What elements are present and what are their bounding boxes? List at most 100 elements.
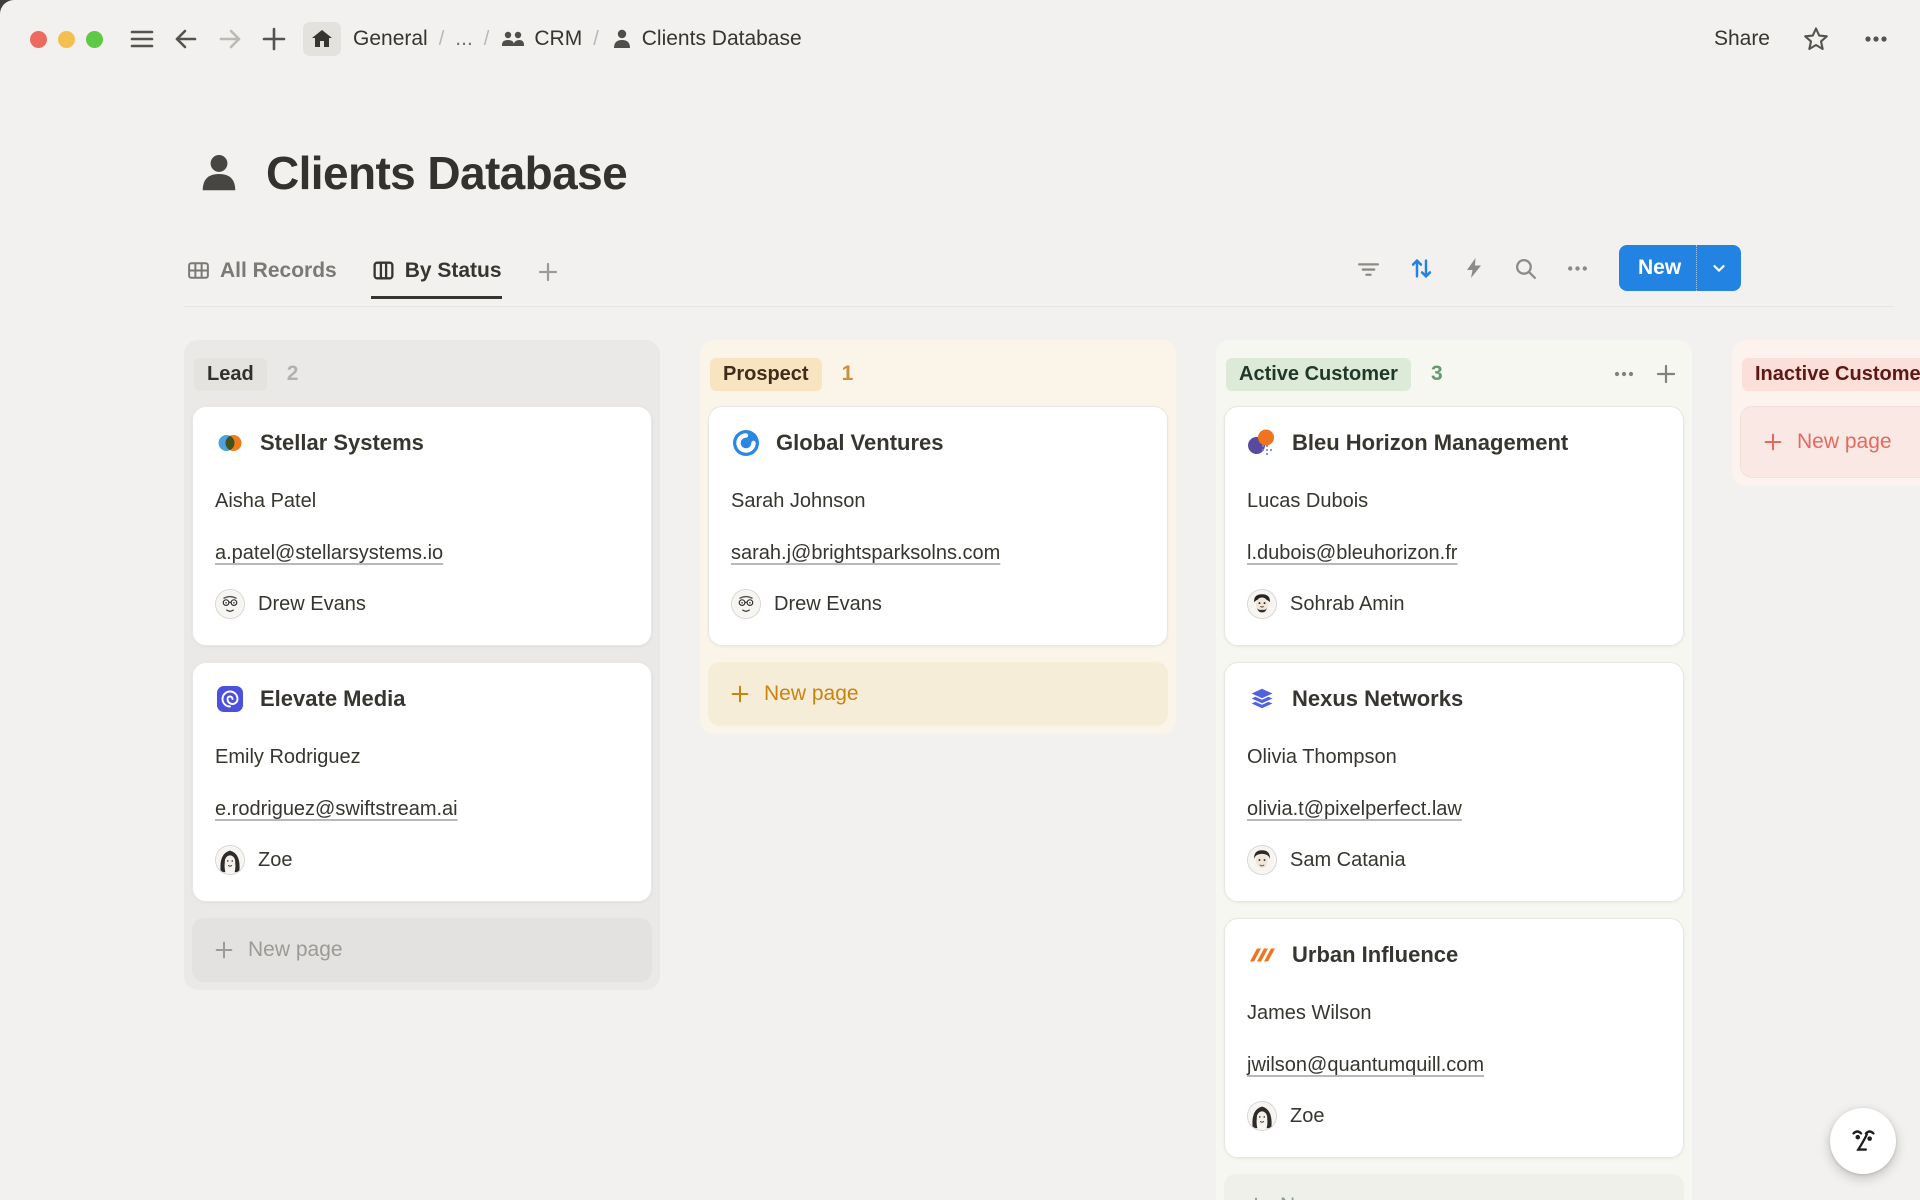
card-title-row: Urban Influence — [1247, 939, 1661, 971]
contact-email-link[interactable]: olivia.t@pixelperfect.law — [1247, 797, 1462, 821]
automation-lightning-icon[interactable] — [1462, 256, 1486, 280]
view-tabs: All Records By Status — [186, 258, 560, 299]
column-prospect-header: Prospect 1 — [710, 352, 1162, 396]
column-more-icon[interactable] — [1612, 362, 1636, 386]
column-prospect: Prospect 1 Global Ventures Sarah Johnson… — [700, 340, 1176, 734]
contact-email-link[interactable]: a.patel@stellarsystems.io — [215, 541, 443, 565]
contact-name: Olivia Thompson — [1247, 745, 1661, 769]
card-title-row: Bleu Horizon Management — [1247, 427, 1661, 459]
avatar-drew-evans — [215, 589, 245, 619]
breadcrumb-crm[interactable]: CRM — [500, 26, 582, 52]
contact-email-link[interactable]: l.dubois@bleuhorizon.fr — [1247, 541, 1457, 565]
traffic-lights — [30, 31, 103, 48]
new-page-button[interactable]: New page — [708, 662, 1168, 726]
card-bleu-horizon[interactable]: Bleu Horizon Management Lucas Dubois l.d… — [1224, 406, 1684, 646]
plus-icon — [213, 939, 235, 961]
card-global-ventures[interactable]: Global Ventures Sarah Johnson sarah.j@br… — [708, 406, 1168, 646]
venn-circles-icon — [215, 428, 245, 458]
page-title[interactable]: Clients Database — [266, 146, 627, 200]
plus-icon — [1762, 431, 1784, 453]
close-window-button[interactable] — [30, 31, 47, 48]
ai-assistant-button[interactable] — [1830, 1108, 1896, 1174]
person-icon — [196, 150, 242, 196]
status-badge[interactable]: Active Customer — [1226, 358, 1411, 391]
sort-icon[interactable] — [1408, 255, 1435, 282]
view-controls: New — [1356, 244, 1741, 292]
back-icon[interactable] — [171, 24, 201, 54]
column-active-customer: Active Customer 3 Bleu Horizon Mana — [1216, 340, 1692, 1200]
breadcrumb-collapsed[interactable]: ... — [455, 27, 473, 51]
table-view-icon — [186, 258, 211, 283]
contact-name: Lucas Dubois — [1247, 489, 1661, 513]
new-button-label: New — [1619, 256, 1696, 280]
contact-name: James Wilson — [1247, 1001, 1661, 1025]
owner-name: Drew Evans — [774, 593, 882, 616]
owner-row: Zoe — [215, 845, 629, 875]
company-name: Global Ventures — [776, 430, 944, 456]
ai-face-icon — [1844, 1122, 1882, 1160]
favorite-star-icon[interactable] — [1802, 25, 1830, 53]
card-elevate-media[interactable]: Elevate Media Emily Rodriguez e.rodrigue… — [192, 662, 652, 902]
new-record-button[interactable]: New — [1619, 245, 1741, 291]
column-add-card-icon[interactable] — [1654, 362, 1678, 386]
owner-name: Sam Catania — [1290, 849, 1406, 872]
home-icon[interactable] — [303, 22, 341, 56]
company-name: Bleu Horizon Management — [1292, 430, 1568, 456]
card-title-row: Nexus Networks — [1247, 683, 1661, 715]
plus-icon — [1245, 1195, 1267, 1200]
column-inactive-header: Inactive Customer — [1742, 352, 1920, 396]
breadcrumb-general[interactable]: General — [353, 27, 428, 51]
contact-name: Sarah Johnson — [731, 489, 1145, 513]
share-button[interactable]: Share — [1714, 27, 1770, 51]
card-title-row: Stellar Systems — [215, 427, 629, 459]
status-badge[interactable]: Prospect — [710, 358, 822, 391]
contact-email-link[interactable]: e.rodriguez@swiftstream.ai — [215, 797, 458, 821]
new-tab-icon[interactable] — [259, 24, 289, 54]
column-lead-header: Lead 2 — [194, 352, 646, 396]
minimize-window-button[interactable] — [58, 31, 75, 48]
company-name: Urban Influence — [1292, 942, 1458, 968]
avatar-sohrab-amin — [1247, 589, 1277, 619]
contact-email-link[interactable]: jwilson@quantumquill.com — [1247, 1053, 1484, 1077]
card-urban-influence[interactable]: Urban Influence James Wilson jwilson@qua… — [1224, 918, 1684, 1158]
column-actions — [1612, 362, 1678, 386]
forward-icon[interactable] — [215, 24, 245, 54]
new-page-button[interactable]: New page — [1740, 406, 1920, 478]
breadcrumb-clients-database[interactable]: Clients Database — [610, 27, 802, 51]
status-badge[interactable]: Lead — [194, 358, 267, 391]
column-lead: Lead 2 Stellar Systems Aisha Patel a.pat… — [184, 340, 660, 990]
tab-all-records[interactable]: All Records — [186, 258, 337, 296]
new-page-button[interactable]: New page — [1224, 1174, 1684, 1200]
more-options-icon[interactable] — [1862, 25, 1890, 53]
contact-email-link[interactable]: sarah.j@brightsparksolns.com — [731, 541, 1000, 565]
card-title-row: Global Ventures — [731, 427, 1145, 459]
new-page-button[interactable]: New page — [192, 918, 652, 982]
column-inactive-customer: Inactive Customer New page — [1732, 340, 1920, 486]
tab-by-status[interactable]: By Status — [371, 258, 502, 299]
owner-row: Drew Evans — [731, 589, 1145, 619]
chevron-down-icon[interactable] — [1697, 259, 1741, 277]
owner-row: Sohrab Amin — [1247, 589, 1661, 619]
view-more-icon[interactable] — [1565, 256, 1590, 281]
owner-name: Sohrab Amin — [1290, 593, 1405, 616]
breadcrumb-separator: / — [439, 28, 445, 51]
search-icon[interactable] — [1513, 256, 1538, 281]
breadcrumb-separator: / — [593, 28, 599, 51]
owner-row: Sam Catania — [1247, 845, 1661, 875]
plus-icon — [729, 683, 751, 705]
card-nexus-networks[interactable]: Nexus Networks Olivia Thompson olivia.t@… — [1224, 662, 1684, 902]
add-view-icon[interactable] — [536, 258, 560, 297]
status-badge[interactable]: Inactive Customer — [1742, 358, 1920, 391]
sidebar-menu-icon[interactable] — [127, 24, 157, 54]
avatar-sam-catania — [1247, 845, 1277, 875]
board-view-icon — [371, 258, 396, 283]
maximize-window-button[interactable] — [86, 31, 103, 48]
card-title-row: Elevate Media — [215, 683, 629, 715]
people-icon — [500, 26, 526, 52]
toolbar-right: Share — [1714, 25, 1890, 53]
company-name: Nexus Networks — [1292, 686, 1463, 712]
card-stellar-systems[interactable]: Stellar Systems Aisha Patel a.patel@stel… — [192, 406, 652, 646]
filter-icon[interactable] — [1356, 256, 1381, 281]
spiral-icon — [215, 684, 245, 714]
contact-name: Emily Rodriguez — [215, 745, 629, 769]
